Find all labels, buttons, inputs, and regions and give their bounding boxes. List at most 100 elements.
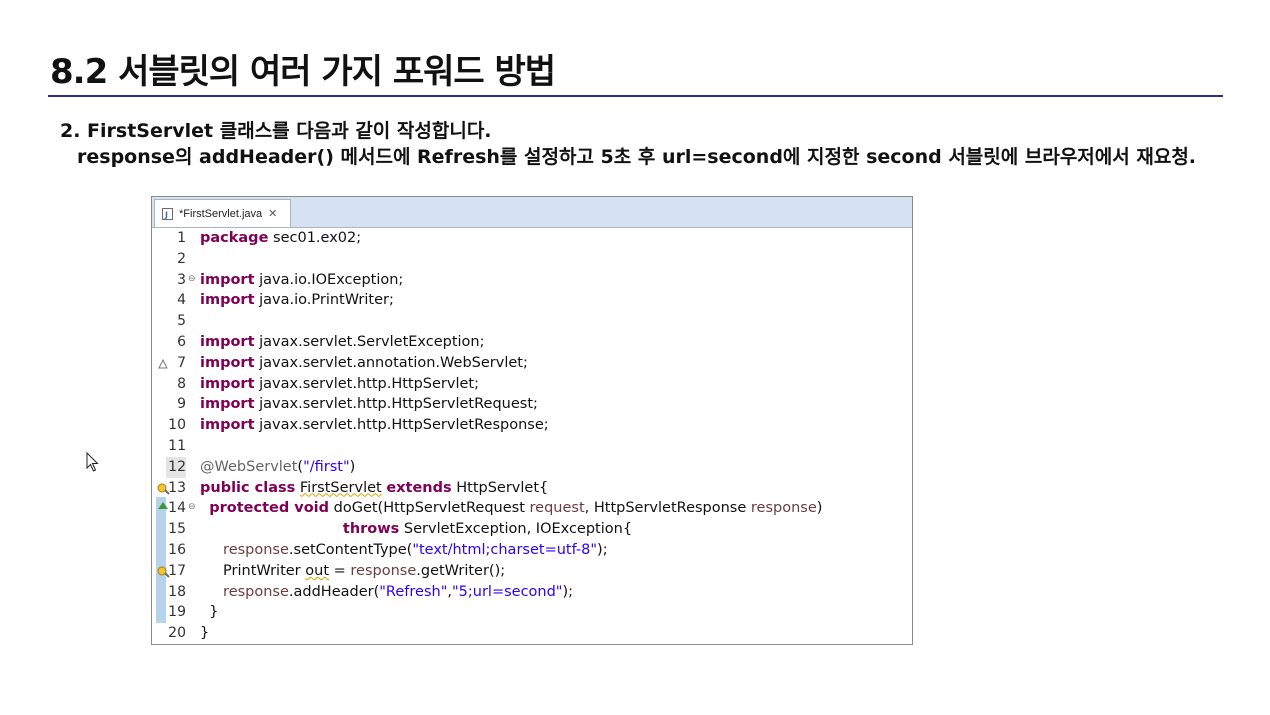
code-text: PrintWriter out = response.getWriter();	[200, 561, 505, 582]
code-text: import java.io.PrintWriter;	[200, 290, 394, 311]
code-token: )	[816, 500, 823, 517]
code-token: response	[223, 583, 289, 600]
collapse-icon[interactable]: ⊖	[188, 498, 196, 516]
line-number: 18	[168, 583, 186, 600]
code-token: import	[200, 375, 255, 392]
code-line[interactable]: 1 package sec01.ex02;	[152, 228, 912, 249]
code-token: );	[562, 583, 574, 600]
code-token: import	[200, 292, 255, 309]
description-step: 2. FirstServlet 클래스를 다음과 같이 작성합니다.	[60, 120, 492, 142]
code-token: import	[200, 354, 255, 371]
line-number: 6	[177, 334, 186, 350]
line-number: 7	[177, 354, 186, 371]
code-token: java.io.PrintWriter;	[254, 292, 394, 309]
code-token: throws	[342, 521, 400, 538]
code-token: javax.servlet.http.HttpServletResponse;	[254, 417, 549, 434]
code-text: import javax.servlet.http.HttpServlet;	[200, 374, 479, 395]
code-line[interactable]: 14 ⊖ protected void doGet(HttpServletRequ…	[152, 498, 912, 519]
line-number: 4	[177, 292, 186, 309]
tab-firstservlet-java[interactable]: J *FirstServlet.java ✕	[154, 199, 291, 227]
code-token: sec01.ex02;	[268, 230, 362, 246]
line-number: 19	[168, 604, 186, 621]
code-token: }	[200, 625, 210, 642]
code-token: import	[200, 334, 255, 350]
code-text: }	[200, 602, 218, 623]
code-text: package sec01.ex02;	[200, 228, 361, 249]
code-text: import javax.servlet.http.HttpServletRes…	[200, 415, 549, 436]
code-token: =	[329, 562, 351, 579]
line-number: 9	[177, 396, 186, 413]
code-token: response	[750, 500, 817, 517]
line-number: 14	[168, 500, 186, 517]
code-line[interactable]: 3 ⊖ import java.io.IOException;	[152, 270, 912, 291]
code-token: response	[350, 562, 417, 579]
code-token: "text/html;charset=utf-8"	[412, 542, 598, 558]
code-area[interactable]: 1 package sec01.ex02; 2 3 ⊖ import java.io.IO…	[152, 228, 912, 644]
close-icon[interactable]: ✕	[268, 207, 277, 220]
code-text: import javax.servlet.http.HttpServletReq…	[200, 394, 538, 415]
code-line[interactable]: 11	[152, 436, 912, 457]
code-token: response	[223, 542, 289, 558]
line-number: 12	[166, 456, 186, 478]
code-token: doGet(HttpServletRequest	[329, 500, 530, 517]
line-number: 10	[168, 417, 186, 434]
line-number: 11	[168, 438, 186, 454]
code-text: import java.io.IOException;	[200, 270, 403, 291]
code-text: @WebServlet("/first")	[200, 457, 355, 478]
description-detail: response의 addHeader() 메서드에 Refresh를 설정하고…	[77, 146, 1197, 168]
code-editor[interactable]: J *FirstServlet.java ✕ 1 package sec01.ex…	[151, 196, 913, 645]
code-text: protected void doGet(HttpServletRequest …	[200, 498, 822, 519]
slide-title: 8.2 서블릿의 여러 가지 포워드 방법	[50, 52, 556, 92]
code-token: ServletException, IOException{	[399, 521, 633, 538]
code-text: response.setContentType("text/html;chars…	[200, 540, 608, 561]
code-line[interactable]: 7 import javax.servlet.annotation.WebServ…	[152, 353, 912, 374]
code-token: "5;url=second"	[451, 583, 563, 600]
line-number: 15	[168, 521, 186, 538]
code-text: import javax.servlet.ServletException;	[200, 332, 485, 353]
code-token: }	[200, 604, 219, 621]
code-text: import javax.servlet.annotation.WebServl…	[200, 353, 528, 374]
tab-label: *FirstServlet.java	[179, 207, 263, 220]
line-number: 8	[177, 375, 186, 392]
code-token: import	[200, 396, 255, 413]
code-token: javax.servlet.http.HttpServlet;	[254, 375, 479, 392]
code-token: )	[349, 458, 356, 475]
code-token: java.io.IOException;	[254, 271, 404, 288]
code-line[interactable]: 2	[152, 249, 912, 270]
code-token: javax.servlet.http.HttpServletRequest;	[254, 396, 538, 413]
code-line[interactable]: 18 response.addHeader("Refresh","5;url=s…	[152, 582, 912, 603]
code-line[interactable]: 16 response.setContentType("text/html;ch…	[152, 540, 912, 561]
title-divider	[48, 95, 1223, 97]
code-line[interactable]: 12 @WebServlet("/first")	[152, 456, 912, 478]
code-token: .getWriter();	[416, 562, 506, 579]
line-number: 13	[168, 479, 186, 496]
code-token: extends	[386, 479, 452, 496]
code-line[interactable]: 10 import javax.servlet.http.HttpServletR…	[152, 415, 912, 436]
code-line[interactable]: 13 public class FirstServlet extends Http…	[152, 478, 912, 499]
code-line[interactable]: 8 import javax.servlet.http.HttpServlet;	[152, 374, 912, 395]
code-token: FirstServlet	[299, 479, 382, 496]
code-text: throws ServletException, IOException{	[200, 519, 632, 540]
code-line[interactable]: 4 import java.io.PrintWriter;	[152, 290, 912, 311]
line-number: 3	[177, 271, 186, 288]
code-line[interactable]: 20}	[152, 623, 912, 644]
code-token: "/first"	[303, 458, 350, 475]
code-token: @WebServlet	[200, 458, 298, 475]
code-token: import	[200, 417, 255, 434]
svg-text:J: J	[164, 210, 168, 219]
code-line[interactable]: 9 import javax.servlet.http.HttpServletRe…	[152, 394, 912, 415]
code-line[interactable]: 15 throws ServletException, IOException{	[152, 519, 912, 540]
line-number: 20	[168, 625, 186, 642]
collapse-icon[interactable]: ⊖	[188, 270, 196, 288]
code-text: public class FirstServlet extends HttpSe…	[200, 478, 548, 499]
code-line[interactable]: 17 PrintWriter out = response.getWriter(…	[152, 561, 912, 582]
code-token: PrintWriter	[200, 562, 306, 579]
line-number: 2	[177, 250, 186, 267]
code-line[interactable]: 6 import javax.servlet.ServletException;	[152, 332, 912, 353]
code-line[interactable]: 19 }	[152, 602, 912, 623]
code-line[interactable]: 5	[152, 311, 912, 332]
